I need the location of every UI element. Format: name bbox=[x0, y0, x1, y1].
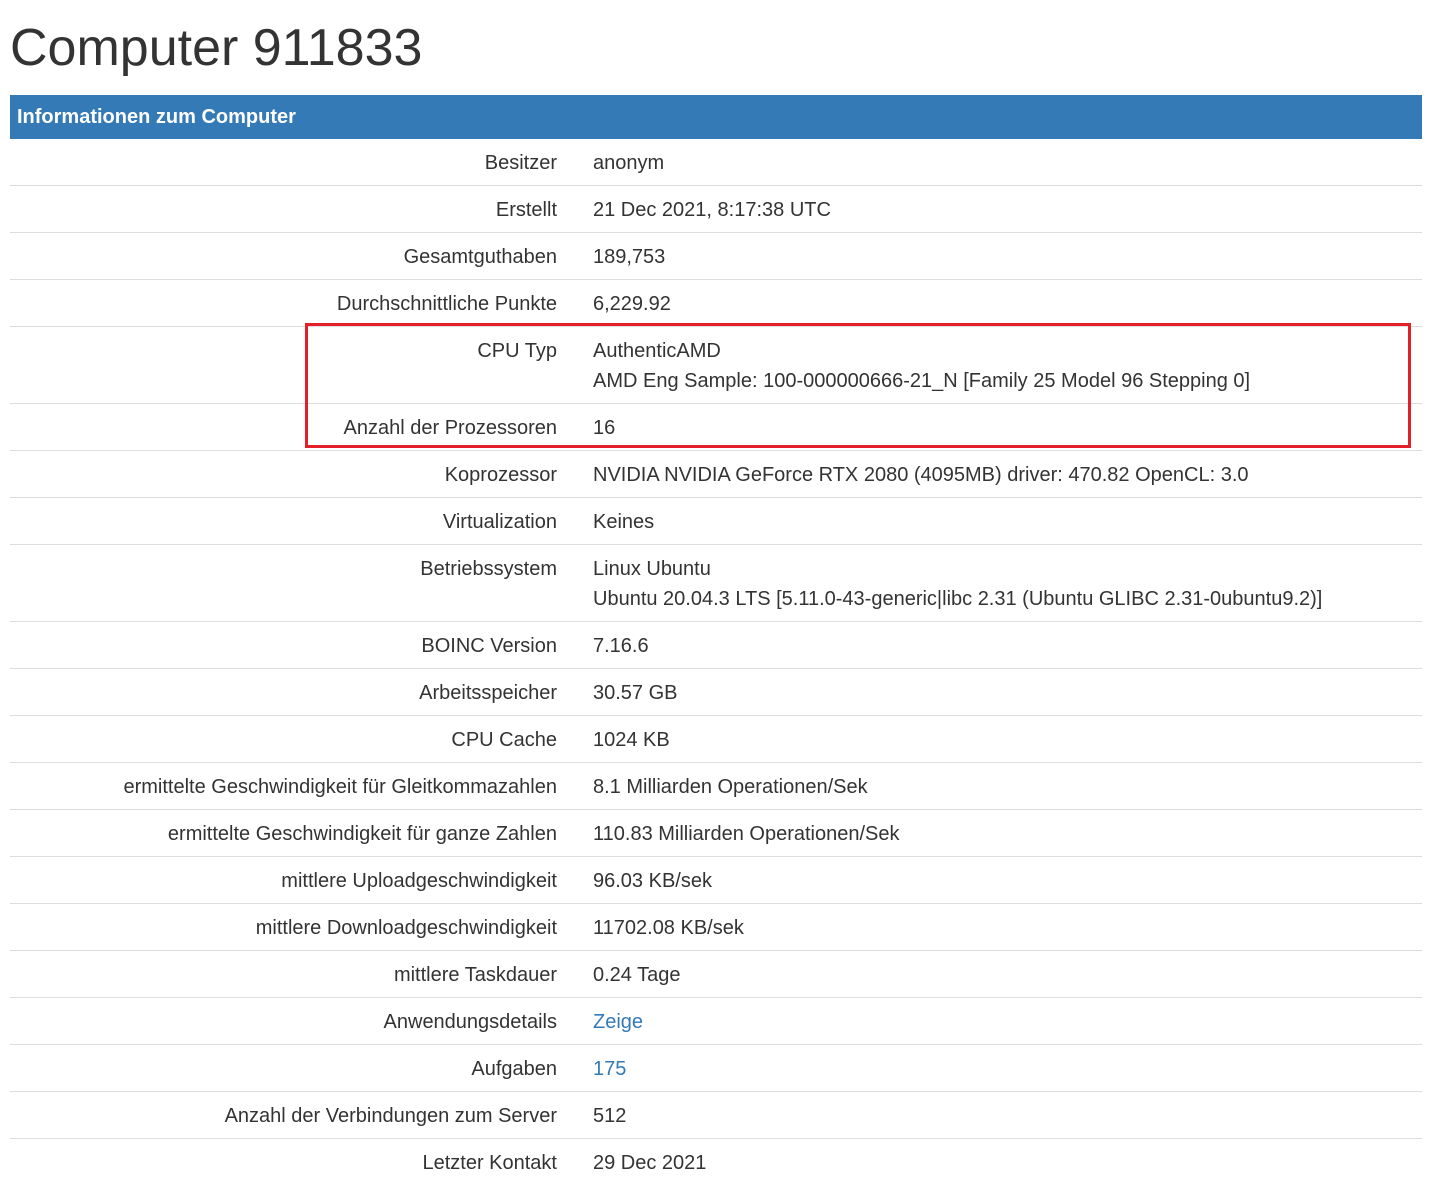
row-value: 6,229.92 bbox=[593, 280, 1422, 327]
row-label: Anzahl der Prozessoren bbox=[10, 404, 593, 451]
row-label: BOINC Version bbox=[10, 622, 593, 669]
row-value: 16 bbox=[593, 404, 1422, 451]
row-durchschnittliche-punkte: Durchschnittliche Punkte 6,229.92 bbox=[10, 280, 1422, 327]
row-value: 110.83 Milliarden Operationen/Sek bbox=[593, 810, 1422, 857]
row-label: Besitzer bbox=[10, 139, 593, 186]
os-version: Ubuntu 20.04.3 LTS [5.11.0-43-generic|li… bbox=[593, 584, 1421, 614]
row-anwendungsdetails: Anwendungsdetails Zeige bbox=[10, 998, 1422, 1045]
row-upload-geschwindigkeit: mittlere Uploadgeschwindigkeit 96.03 KB/… bbox=[10, 857, 1422, 904]
cpu-vendor: AuthenticAMD bbox=[593, 336, 1421, 366]
os-name: Linux Ubuntu bbox=[593, 554, 1421, 584]
row-besitzer: Besitzer anonym bbox=[10, 139, 1422, 186]
row-label: Betriebssystem bbox=[10, 545, 593, 622]
row-cpu-typ: CPU Typ AuthenticAMD AMD Eng Sample: 100… bbox=[10, 327, 1422, 404]
tasks-link[interactable]: 175 bbox=[593, 1058, 626, 1080]
row-label: Anzahl der Verbindungen zum Server bbox=[10, 1092, 593, 1139]
row-label: ermittelte Geschwindigkeit für Gleitkomm… bbox=[10, 763, 593, 810]
row-label: Durchschnittliche Punkte bbox=[10, 280, 593, 327]
row-label: ermittelte Geschwindigkeit für ganze Zah… bbox=[10, 810, 593, 857]
row-value: 8.1 Milliarden Operationen/Sek bbox=[593, 763, 1422, 810]
computer-info-table: Besitzer anonym Erstellt 21 Dec 2021, 8:… bbox=[10, 139, 1422, 1185]
computer-info-panel: Informationen zum Computer Besitzer anon… bbox=[10, 95, 1422, 1185]
row-label: mittlere Uploadgeschwindigkeit bbox=[10, 857, 593, 904]
row-value: 29 Dec 2021 bbox=[593, 1139, 1422, 1185]
row-label: mittlere Downloadgeschwindigkeit bbox=[10, 904, 593, 951]
row-label: CPU Typ bbox=[10, 327, 593, 404]
row-label: Arbeitsspeicher bbox=[10, 669, 593, 716]
row-cpu-cache: CPU Cache 1024 KB bbox=[10, 716, 1422, 763]
row-value: 21 Dec 2021, 8:17:38 UTC bbox=[593, 186, 1422, 233]
row-label: mittlere Taskdauer bbox=[10, 951, 593, 998]
row-ganzzahl-geschwindigkeit: ermittelte Geschwindigkeit für ganze Zah… bbox=[10, 810, 1422, 857]
row-label: Aufgaben bbox=[10, 1045, 593, 1092]
row-value: 175 bbox=[593, 1045, 1422, 1092]
row-value: Linux Ubuntu Ubuntu 20.04.3 LTS [5.11.0-… bbox=[593, 545, 1422, 622]
row-letzter-kontakt: Letzter Kontakt 29 Dec 2021 bbox=[10, 1139, 1422, 1185]
row-label: CPU Cache bbox=[10, 716, 593, 763]
row-aufgaben: Aufgaben 175 bbox=[10, 1045, 1422, 1092]
row-koprozessor: Koprozessor NVIDIA NVIDIA GeForce RTX 20… bbox=[10, 451, 1422, 498]
row-anzahl-prozessoren: Anzahl der Prozessoren 16 bbox=[10, 404, 1422, 451]
row-value: 7.16.6 bbox=[593, 622, 1422, 669]
row-download-geschwindigkeit: mittlere Downloadgeschwindigkeit 11702.0… bbox=[10, 904, 1422, 951]
row-value: AuthenticAMD AMD Eng Sample: 100-0000006… bbox=[593, 327, 1422, 404]
row-virtualization: Virtualization Keines bbox=[10, 498, 1422, 545]
row-erstellt: Erstellt 21 Dec 2021, 8:17:38 UTC bbox=[10, 186, 1422, 233]
row-value: 0.24 Tage bbox=[593, 951, 1422, 998]
row-value: 96.03 KB/sek bbox=[593, 857, 1422, 904]
row-label: Erstellt bbox=[10, 186, 593, 233]
cpu-model: AMD Eng Sample: 100-000000666-21_N [Fami… bbox=[593, 366, 1421, 396]
row-label: Letzter Kontakt bbox=[10, 1139, 593, 1185]
row-taskdauer: mittlere Taskdauer 0.24 Tage bbox=[10, 951, 1422, 998]
row-value: 512 bbox=[593, 1092, 1422, 1139]
row-label: Virtualization bbox=[10, 498, 593, 545]
row-boinc-version: BOINC Version 7.16.6 bbox=[10, 622, 1422, 669]
row-value: Keines bbox=[593, 498, 1422, 545]
row-arbeitsspeicher: Arbeitsspeicher 30.57 GB bbox=[10, 669, 1422, 716]
row-value: NVIDIA NVIDIA GeForce RTX 2080 (4095MB) … bbox=[593, 451, 1422, 498]
show-application-details-link[interactable]: Zeige bbox=[593, 1011, 643, 1033]
row-value: 1024 KB bbox=[593, 716, 1422, 763]
row-betriebssystem: Betriebssystem Linux Ubuntu Ubuntu 20.04… bbox=[10, 545, 1422, 622]
row-value: anonym bbox=[593, 139, 1422, 186]
row-value: 30.57 GB bbox=[593, 669, 1422, 716]
row-gleitkomma-geschwindigkeit: ermittelte Geschwindigkeit für Gleitkomm… bbox=[10, 763, 1422, 810]
row-verbindungen-server: Anzahl der Verbindungen zum Server 512 bbox=[10, 1092, 1422, 1139]
row-value: Zeige bbox=[593, 998, 1422, 1045]
row-value: 11702.08 KB/sek bbox=[593, 904, 1422, 951]
row-gesamtguthaben: Gesamtguthaben 189,753 bbox=[10, 233, 1422, 280]
row-label: Anwendungsdetails bbox=[10, 998, 593, 1045]
row-value: 189,753 bbox=[593, 233, 1422, 280]
panel-header: Informationen zum Computer bbox=[10, 95, 1422, 139]
row-label: Gesamtguthaben bbox=[10, 233, 593, 280]
row-label: Koprozessor bbox=[10, 451, 593, 498]
page-title: Computer 911833 bbox=[10, 16, 422, 80]
